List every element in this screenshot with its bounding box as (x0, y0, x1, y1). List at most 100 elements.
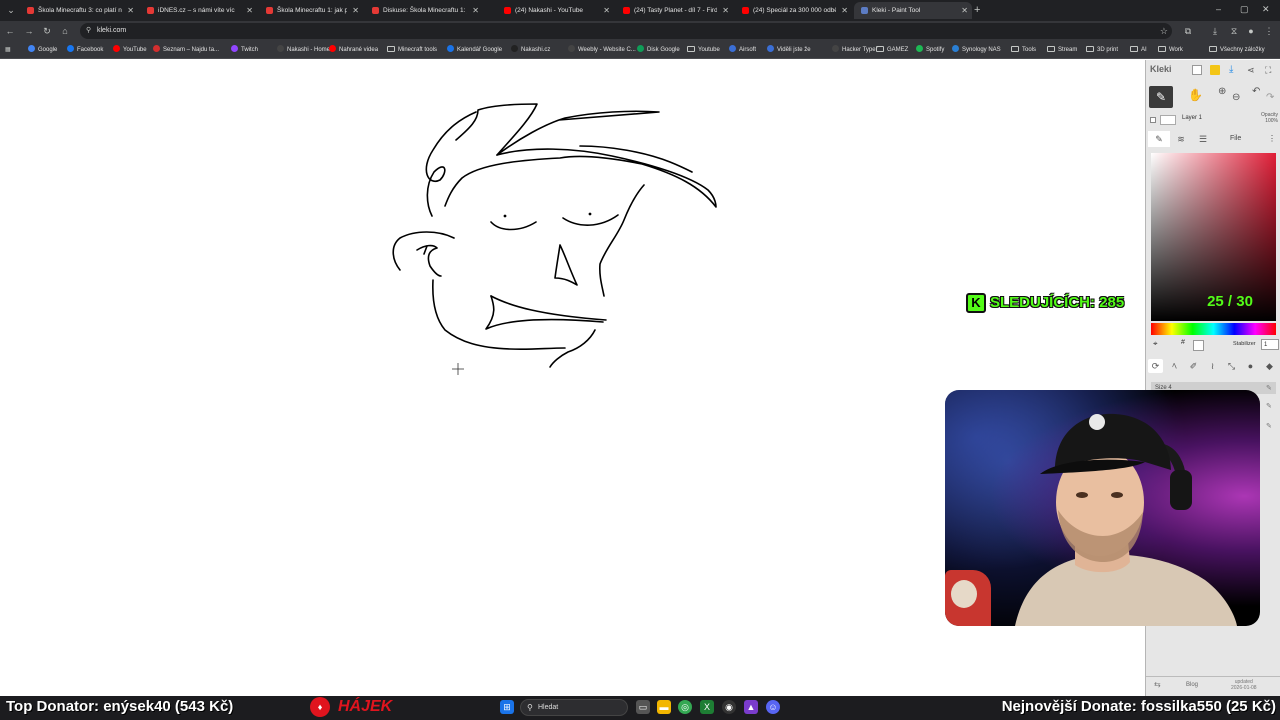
browser-tab[interactable]: Škola Minecraftu 3: co platí na ✕ (20, 2, 138, 19)
smudge-brush-icon[interactable]: ● (1243, 359, 1258, 373)
bookmark-item[interactable]: Twitch (231, 44, 258, 56)
tab-close-icon[interactable]: ✕ (246, 2, 253, 19)
new-tab-button[interactable]: + (974, 3, 980, 17)
secondary-color-swatch[interactable] (1193, 340, 1204, 351)
bookmark-item[interactable]: Nahrané videa (329, 44, 378, 56)
blog-link[interactable]: Blog (1186, 682, 1198, 688)
size-pressure-icon[interactable]: ✎ (1266, 384, 1276, 394)
hue-slider[interactable] (1151, 323, 1276, 335)
browser-tab[interactable]: (24) Speciál za 300 000 odběra ✕ (735, 2, 852, 19)
bookmark-folder[interactable]: Tools (1011, 44, 1036, 56)
tab-close-icon[interactable]: ✕ (961, 2, 968, 19)
browser-tab[interactable]: Diskuse: Škola Minecraftu 1: jak ✕ (365, 2, 483, 19)
layer-visibility-checkbox[interactable] (1150, 117, 1156, 123)
scatter-pressure-icon[interactable]: ✎ (1266, 422, 1276, 432)
tab-file[interactable]: File (1230, 131, 1241, 147)
sync-icon[interactable]: ⧖ (1228, 25, 1240, 37)
bookmark-item[interactable]: YouTube (113, 44, 147, 56)
bookmark-item[interactable]: Weebly - Website C... (568, 44, 636, 56)
eraser-icon[interactable]: ◆ (1262, 359, 1277, 373)
close-window-icon[interactable]: ✕ (1262, 3, 1270, 15)
browser-menu-icon[interactable]: ⋮ (1263, 25, 1275, 37)
bookmark-item[interactable]: Hacker Typer (832, 44, 878, 56)
task-view-icon[interactable]: ▭ (636, 700, 650, 714)
taskbar-search[interactable]: ⚲ Hledat (520, 699, 628, 716)
eyedropper-icon[interactable]: ⌖ (1153, 339, 1158, 349)
bookmark-folder[interactable]: Všechny záložky (1209, 44, 1265, 56)
share-icon[interactable]: ⋖ (1247, 65, 1257, 75)
bookmark-item[interactable]: Airsoft (729, 44, 756, 56)
bookmark-folder[interactable]: Minecraft tools (387, 44, 437, 56)
extensions-icon[interactable]: ⧉ (1182, 25, 1194, 37)
download-icon[interactable]: ⤓ (1229, 65, 1239, 75)
bookmark-item[interactable]: Kalendář Google (447, 44, 502, 56)
tab-search-chevron-icon[interactable]: ⌄ (4, 3, 18, 17)
bookmark-folder[interactable]: GAMEZ (876, 44, 908, 56)
bookmark-folder[interactable]: 3D print (1086, 44, 1118, 56)
browser-tab[interactable]: Kleki - Paint Tool ✕ (854, 2, 972, 19)
site-info-icon[interactable]: ⚲ (86, 27, 94, 35)
tab-layers[interactable]: ≋ (1170, 131, 1192, 147)
undo-icon[interactable]: ↶ (1252, 86, 1260, 97)
discord-icon[interactable]: ☺ (766, 700, 780, 714)
tab-close-icon[interactable]: ✕ (722, 2, 729, 19)
back-icon[interactable]: ← (4, 25, 16, 37)
file-explorer-icon[interactable]: ▬ (657, 700, 671, 714)
bookmark-star-icon[interactable]: ☆ (1160, 23, 1168, 39)
tab-brush[interactable]: ✎ (1148, 131, 1170, 147)
bookmark-folder[interactable]: AI (1130, 44, 1147, 56)
bookmark-item[interactable]: Facebook (67, 44, 103, 56)
profile-avatar[interactable]: ● (1245, 25, 1257, 37)
opacity-pressure-icon[interactable]: ✎ (1266, 402, 1276, 412)
bookmark-folder[interactable]: Youtube (687, 44, 720, 56)
app-icon[interactable]: ▲ (744, 700, 758, 714)
hand-tool-icon[interactable]: ✋ (1188, 88, 1203, 102)
brush-tool-button[interactable]: ✎ (1149, 86, 1173, 108)
zoom-in-icon[interactable]: ⊕ (1218, 86, 1226, 97)
obs-icon[interactable]: ◉ (722, 700, 736, 714)
new-image-icon[interactable] (1192, 65, 1202, 75)
hex-input-button[interactable]: # (1181, 339, 1185, 346)
redo-icon[interactable]: ↷ (1266, 92, 1274, 103)
bookmark-item[interactable]: Viděli jste že (767, 44, 811, 56)
pixel-brush-icon[interactable]: ≀ (1205, 359, 1220, 373)
browser-tab[interactable]: (24) Tasty Planet - díl 7 - Firdin ✕ (616, 2, 733, 19)
downloads-icon[interactable]: ⤓ (1209, 25, 1221, 37)
bookmark-item[interactable]: Nakashi.cz (511, 44, 550, 56)
chemy-brush-icon[interactable]: ⤡ (1224, 359, 1239, 373)
tab-close-icon[interactable]: ✕ (127, 2, 134, 19)
apps-grid-icon[interactable]: ▦ (5, 44, 11, 56)
address-bar[interactable]: ⚲ kleki.com ☆ (80, 23, 1172, 39)
bookmark-item[interactable]: Disk Google (637, 44, 680, 56)
tab-close-icon[interactable]: ✕ (841, 2, 848, 19)
chrome-icon[interactable]: ◎ (678, 700, 692, 714)
collapse-panel-icon[interactable]: ⇆ (1154, 680, 1161, 689)
browser-tab[interactable]: Škola Minecraftu 1: jak přežít p ✕ (259, 2, 363, 19)
excel-icon[interactable]: X (700, 700, 714, 714)
zoom-out-icon[interactable]: ⊖ (1232, 92, 1240, 103)
bookmark-folder[interactable]: Stream (1047, 44, 1077, 56)
save-icon[interactable] (1210, 65, 1220, 75)
pen-brush-icon[interactable]: ⟳ (1148, 359, 1163, 373)
browser-tab[interactable]: iDNES.cz – s námi víte víc ✕ (140, 2, 257, 19)
tab-adjust[interactable]: ☰ (1192, 131, 1214, 147)
layer-opacity[interactable]: Opacity 100% (1261, 112, 1278, 124)
minimize-icon[interactable]: – (1216, 3, 1221, 15)
stabilizer-select[interactable]: 1 (1261, 339, 1279, 350)
home-icon[interactable]: ⌂ (59, 25, 71, 37)
tab-close-icon[interactable]: ✕ (603, 2, 610, 19)
forward-icon[interactable]: → (23, 25, 35, 37)
tab-close-icon[interactable]: ✕ (472, 2, 479, 19)
bookmark-item[interactable]: Nakashi - Home (277, 44, 330, 56)
windows-start-icon[interactable]: ⊞ (500, 700, 514, 714)
bookmark-item[interactable]: Google (28, 44, 57, 56)
layer-row[interactable]: Layer 1 Opacity 100% (1150, 112, 1278, 128)
reload-icon[interactable]: ↻ (41, 25, 53, 37)
bookmark-item[interactable]: Synology NAS (952, 44, 1001, 56)
maximize-icon[interactable]: ▢ (1240, 3, 1249, 15)
bookmark-item[interactable]: Spotify (916, 44, 944, 56)
bookmark-item[interactable]: Seznam – Najdu ta... (153, 44, 219, 56)
tab-close-icon[interactable]: ✕ (352, 2, 359, 19)
browser-tab[interactable]: (24) Nakashi - YouTube ✕ (497, 2, 614, 19)
sketchy-brush-icon[interactable]: ✐ (1186, 359, 1201, 373)
